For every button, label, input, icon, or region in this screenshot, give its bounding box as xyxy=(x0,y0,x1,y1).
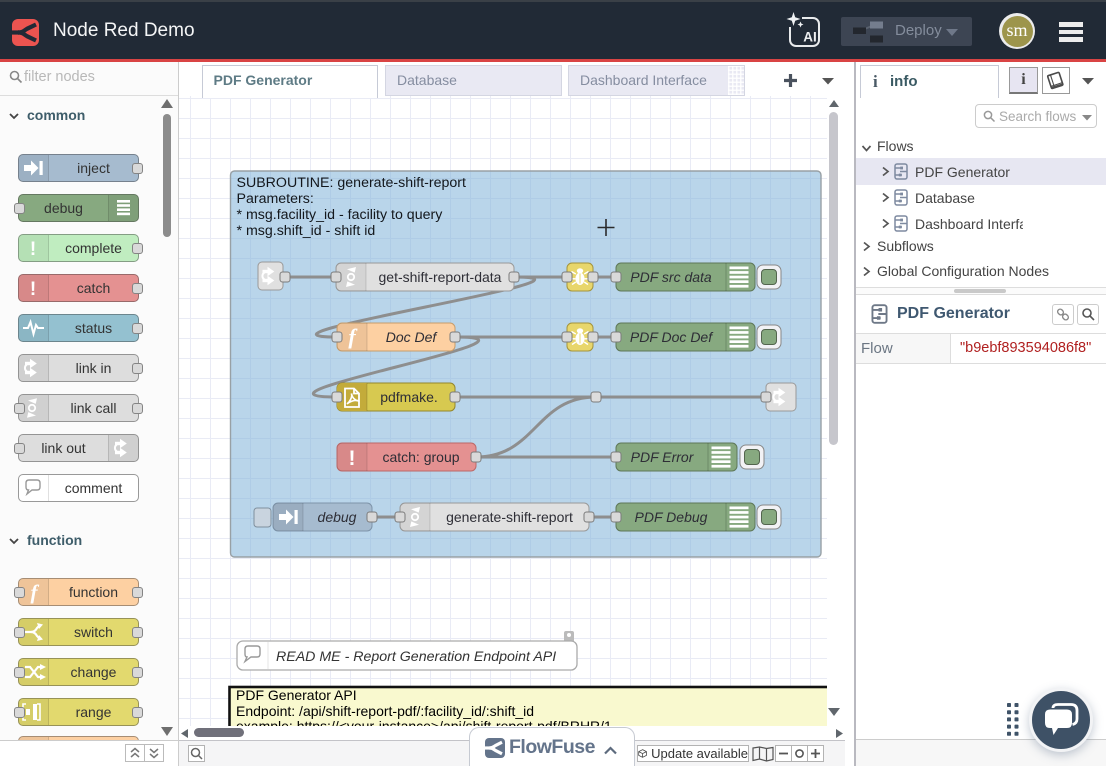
svg-text:READ ME - Report Generation En: READ ME - Report Generation Endpoint API xyxy=(276,649,556,665)
svg-text:f: f xyxy=(31,580,40,604)
svg-text:* msg.shift_id - shift id: * msg.shift_id - shift id xyxy=(237,223,376,239)
svg-text:* msg.facility_id - facility t: * msg.facility_id - facility to query xyxy=(237,207,444,223)
svg-text:generate-shift-report: generate-shift-report xyxy=(446,509,573,525)
svg-text:SUBROUTINE: generate-shift-rep: SUBROUTINE: generate-shift-report xyxy=(237,175,466,191)
svg-text:PDF Generator API: PDF Generator API xyxy=(236,687,357,703)
svg-text:!: ! xyxy=(349,447,356,470)
svg-text:catch: group: catch: group xyxy=(382,449,459,465)
svg-text:Doc Def: Doc Def xyxy=(386,329,439,345)
svg-text:PDF Doc Def: PDF Doc Def xyxy=(630,329,714,345)
svg-text:get-shift-report-data: get-shift-report-data xyxy=(379,269,502,285)
svg-text:Endpoint: /api/shift-report-pd: Endpoint: /api/shift-report-pdf/:facilit… xyxy=(236,703,534,719)
svg-text:example: https://<your-instanc: example: https://<your-instance>/api/shi… xyxy=(236,718,612,726)
svg-text:Parameters:: Parameters: xyxy=(237,191,314,207)
svg-text:pdfmake.: pdfmake. xyxy=(380,389,438,405)
svg-text:PDF src data: PDF src data xyxy=(630,269,712,285)
svg-text:debug: debug xyxy=(318,509,357,525)
svg-text:PDF Error: PDF Error xyxy=(631,449,695,465)
svg-text:!: ! xyxy=(30,279,36,300)
svg-text:PDF Debug: PDF Debug xyxy=(635,509,708,525)
svg-text:AI: AI xyxy=(803,30,817,45)
svg-text:!: ! xyxy=(30,239,36,260)
